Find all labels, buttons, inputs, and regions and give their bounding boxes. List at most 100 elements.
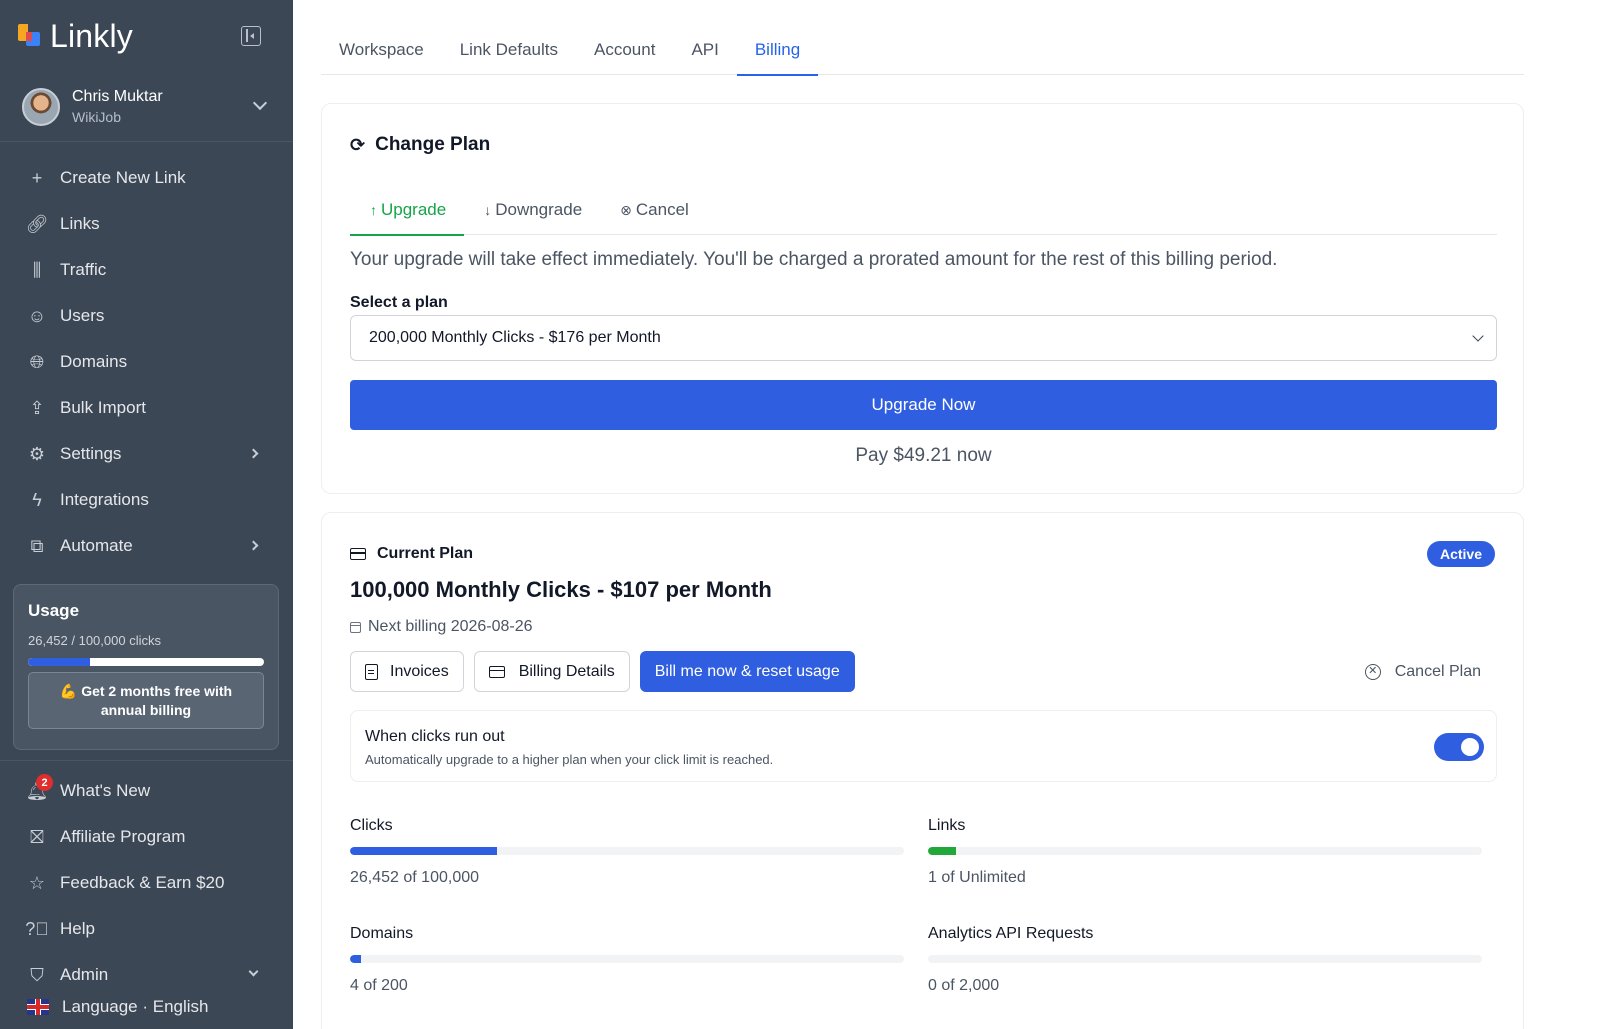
sidebar-item-settings[interactable]: ⚙ Settings	[0, 431, 293, 477]
chevron-down-icon	[252, 95, 268, 111]
sidebar-item-bulk[interactable]: ⇪ Bulk Import	[0, 385, 293, 431]
cancel-plan-button[interactable]: ✕ Cancel Plan	[1364, 651, 1481, 692]
user-org: WikiJob	[72, 109, 122, 125]
sidebar-item-whats-new[interactable]: 🔔︎ What's New 2	[0, 768, 293, 814]
arrow-up-icon: ↑	[370, 202, 377, 218]
toggle-knob	[1461, 738, 1479, 756]
metric-progress-bar	[350, 847, 904, 855]
credit-card-icon	[350, 548, 366, 560]
sidebar-item-users[interactable]: ☺ Users	[0, 293, 293, 339]
sidebar-item-integrations[interactable]: ϟ Integrations	[0, 477, 293, 523]
upgrade-description: Your upgrade will take effect immediatel…	[350, 249, 1278, 270]
linkly-logo-icon	[18, 24, 42, 48]
chevron-down-icon	[248, 966, 259, 977]
billing-details-button[interactable]: Billing Details	[473, 651, 630, 692]
metric-progress-bar	[350, 955, 904, 963]
tab-billing[interactable]: Billing	[736, 28, 819, 76]
language-selector[interactable]: Language · English	[0, 985, 293, 1029]
link-icon: 🔗︎	[25, 214, 49, 234]
metric-domains: Domains 4 of 200	[350, 925, 904, 995]
workflow-icon: ⧉	[30, 536, 44, 556]
sidebar-item-domains[interactable]: 🌐︎ Domains	[0, 339, 293, 385]
chevron-down-icon	[1472, 330, 1484, 342]
calendar-icon	[350, 621, 361, 633]
sidebar-item-links[interactable]: 🔗︎ Links	[0, 201, 293, 247]
sidebar-item-label: Affiliate Program	[60, 827, 186, 846]
document-icon	[365, 663, 378, 680]
sidebar-item-help[interactable]: ?⃝ Help	[0, 906, 293, 952]
sidebar-item-label: Automate	[60, 536, 133, 555]
next-billing-date: Next billing 2026-08-26	[368, 618, 533, 635]
metric-progress-bar	[928, 847, 1482, 855]
upload-icon: ⇪	[29, 398, 45, 418]
sidebar-collapse-icon[interactable]	[241, 26, 261, 46]
gear-icon: ⚙	[28, 444, 46, 464]
invoices-button[interactable]: Invoices	[350, 651, 464, 692]
auto-upgrade-toggle[interactable]	[1434, 733, 1484, 761]
upgrade-now-button[interactable]: Upgrade Now	[350, 380, 1497, 430]
gift-icon: ⛝	[30, 827, 44, 847]
tab-account[interactable]: Account	[576, 28, 673, 75]
sidebar-item-label: Domains	[60, 352, 128, 371]
pay-now-note: Pay $49.21 now	[855, 445, 992, 466]
tab-link-defaults[interactable]: Link Defaults	[442, 28, 576, 75]
chevron-right-icon	[248, 540, 259, 551]
tab-upgrade[interactable]: ↑ Upgrade	[350, 186, 465, 236]
sidebar-item-label: Links	[60, 214, 100, 233]
tab-api[interactable]: API	[673, 28, 736, 75]
sidebar-item-label: Users	[60, 306, 105, 325]
plan-change-tabs: ↑ Upgrade ↓ Downgrade ⊗ Cancel	[350, 186, 1497, 236]
sidebar-item-label: Admin	[60, 965, 109, 984]
plan-select-value: 200,000 Monthly Clicks - $176 per Month	[369, 329, 661, 346]
usage-summary: 26,452 / 100,000 clicks	[28, 633, 161, 648]
metric-label: Links	[928, 817, 966, 834]
x-circle-icon: ✕	[1364, 663, 1381, 680]
metric-value: 26,452 of 100,000	[350, 869, 480, 886]
plan-actions: Invoices Billing Details Bill me now & r…	[350, 651, 855, 692]
current-plan-header: Current Plan	[350, 545, 473, 563]
sidebar-item-create[interactable]: + Create New Link	[0, 155, 293, 201]
sidebar-item-feedback[interactable]: ☆ Feedback & Earn $20	[0, 860, 293, 906]
metric-progress-bar	[928, 955, 1482, 963]
tab-label: Upgrade	[381, 200, 447, 219]
sidebar-item-label: Feedback & Earn $20	[60, 873, 225, 892]
current-plan-label: Current Plan	[377, 545, 474, 562]
sidebar-item-label: Create New Link	[60, 168, 186, 187]
plan-select[interactable]: 200,000 Monthly Clicks - $176 per Month	[350, 315, 1497, 361]
sidebar-item-label: What's New	[60, 781, 151, 800]
select-plan-label: Select a plan	[350, 294, 448, 311]
sidebar-item-automate[interactable]: ⧉ Automate	[0, 523, 293, 569]
avatar	[22, 87, 60, 126]
x-circle-icon: ⊗	[620, 202, 632, 218]
language-label: Language · English	[62, 997, 209, 1016]
bill-now-button[interactable]: Bill me now & reset usage	[639, 651, 855, 692]
notification-badge: 2	[36, 774, 53, 791]
tab-label: Cancel	[635, 200, 689, 219]
metric-label: Analytics API Requests	[928, 925, 1094, 942]
annual-billing-promo-button[interactable]: 💪 Get 2 months free with annual billing	[28, 672, 264, 729]
sidebar-item-label: Integrations	[60, 490, 149, 509]
metric-progress-fill	[928, 847, 956, 855]
next-billing: Next billing 2026-08-26	[350, 618, 533, 636]
main-content: Workspace Link Defaults Account API Billing …	[293, 0, 1600, 1029]
tab-cancel[interactable]: ⊗ Cancel	[600, 186, 707, 235]
user-switcher[interactable]: Chris Muktar WikiJob	[0, 72, 293, 142]
logo[interactable]: Linkly	[18, 16, 275, 56]
sidebar-item-traffic[interactable]: ⫼ Traffic	[0, 247, 293, 293]
tab-downgrade[interactable]: ↓ Downgrade	[464, 186, 600, 235]
change-plan-header: ⟳ Change Plan	[350, 134, 490, 156]
tab-workspace[interactable]: Workspace	[321, 28, 442, 75]
usage-title: Usage	[28, 601, 80, 620]
metric-progress-fill	[350, 955, 362, 963]
sidebar-item-affiliate[interactable]: ⛝ Affiliate Program	[0, 814, 293, 860]
status-badge: Active	[1426, 541, 1495, 567]
auto-upgrade-subtitle: Automatically upgrade to a higher plan w…	[365, 752, 774, 767]
plus-icon: +	[31, 168, 43, 188]
credit-card-icon	[488, 665, 505, 678]
current-plan-title: 100,000 Monthly Clicks - $107 per Month	[350, 577, 772, 602]
sidebar-item-label: Traffic	[60, 260, 107, 279]
metric-links: Links 1 of Unlimited	[928, 817, 1482, 887]
sidebar-item-label: Bulk Import	[60, 398, 146, 417]
metric-value: 4 of 200	[350, 977, 408, 994]
invoices-label: Invoices	[390, 662, 449, 680]
